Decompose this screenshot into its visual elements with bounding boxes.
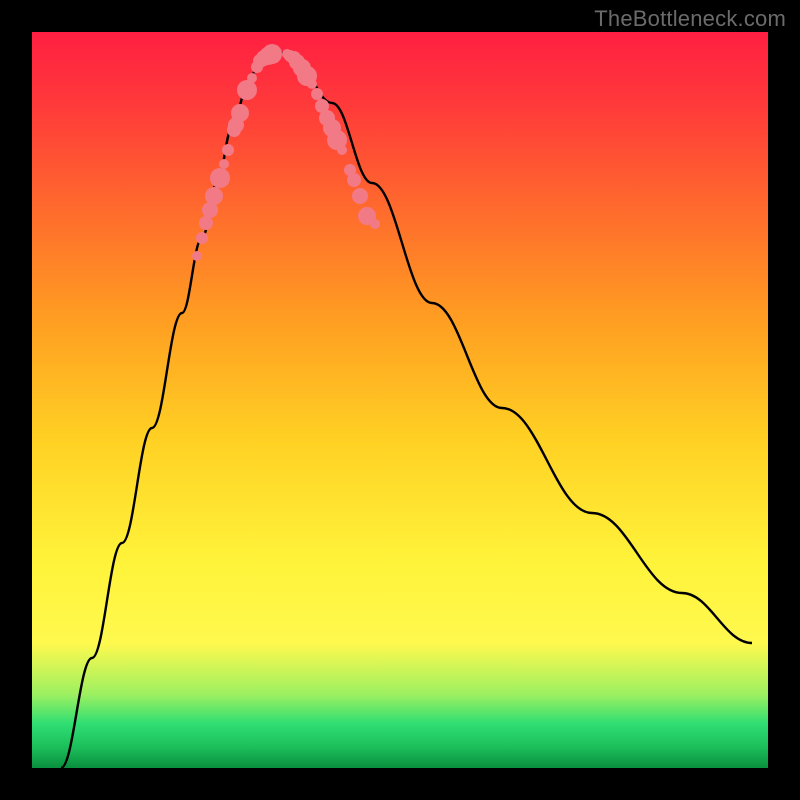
left-arm-dots [262, 44, 282, 64]
right-arm-dots [307, 79, 317, 89]
right-upper-dot [370, 219, 380, 229]
left-arm-dots [205, 187, 223, 205]
left-arm-dots [237, 80, 257, 100]
plot-panel [32, 32, 768, 768]
left-arm-dots [222, 144, 234, 156]
left-arm-dots [210, 168, 230, 188]
right-arm-dots [337, 145, 347, 155]
left-arm-dots [199, 216, 213, 230]
bottleneck-curve-chart [32, 32, 768, 768]
right-arm-dots [311, 88, 323, 100]
right-arm-dots [352, 188, 368, 204]
left-arm-dots [247, 73, 257, 83]
bottleneck-curve [61, 53, 752, 768]
left-arm-dots [196, 232, 208, 244]
right-arm-dots [347, 173, 361, 187]
chart-stage: TheBottleneck.com [0, 0, 800, 800]
left-arm-dots [231, 104, 249, 122]
left-arm-dots [192, 251, 202, 261]
left-arm-dots [219, 159, 229, 169]
watermark-label: TheBottleneck.com [594, 6, 786, 32]
